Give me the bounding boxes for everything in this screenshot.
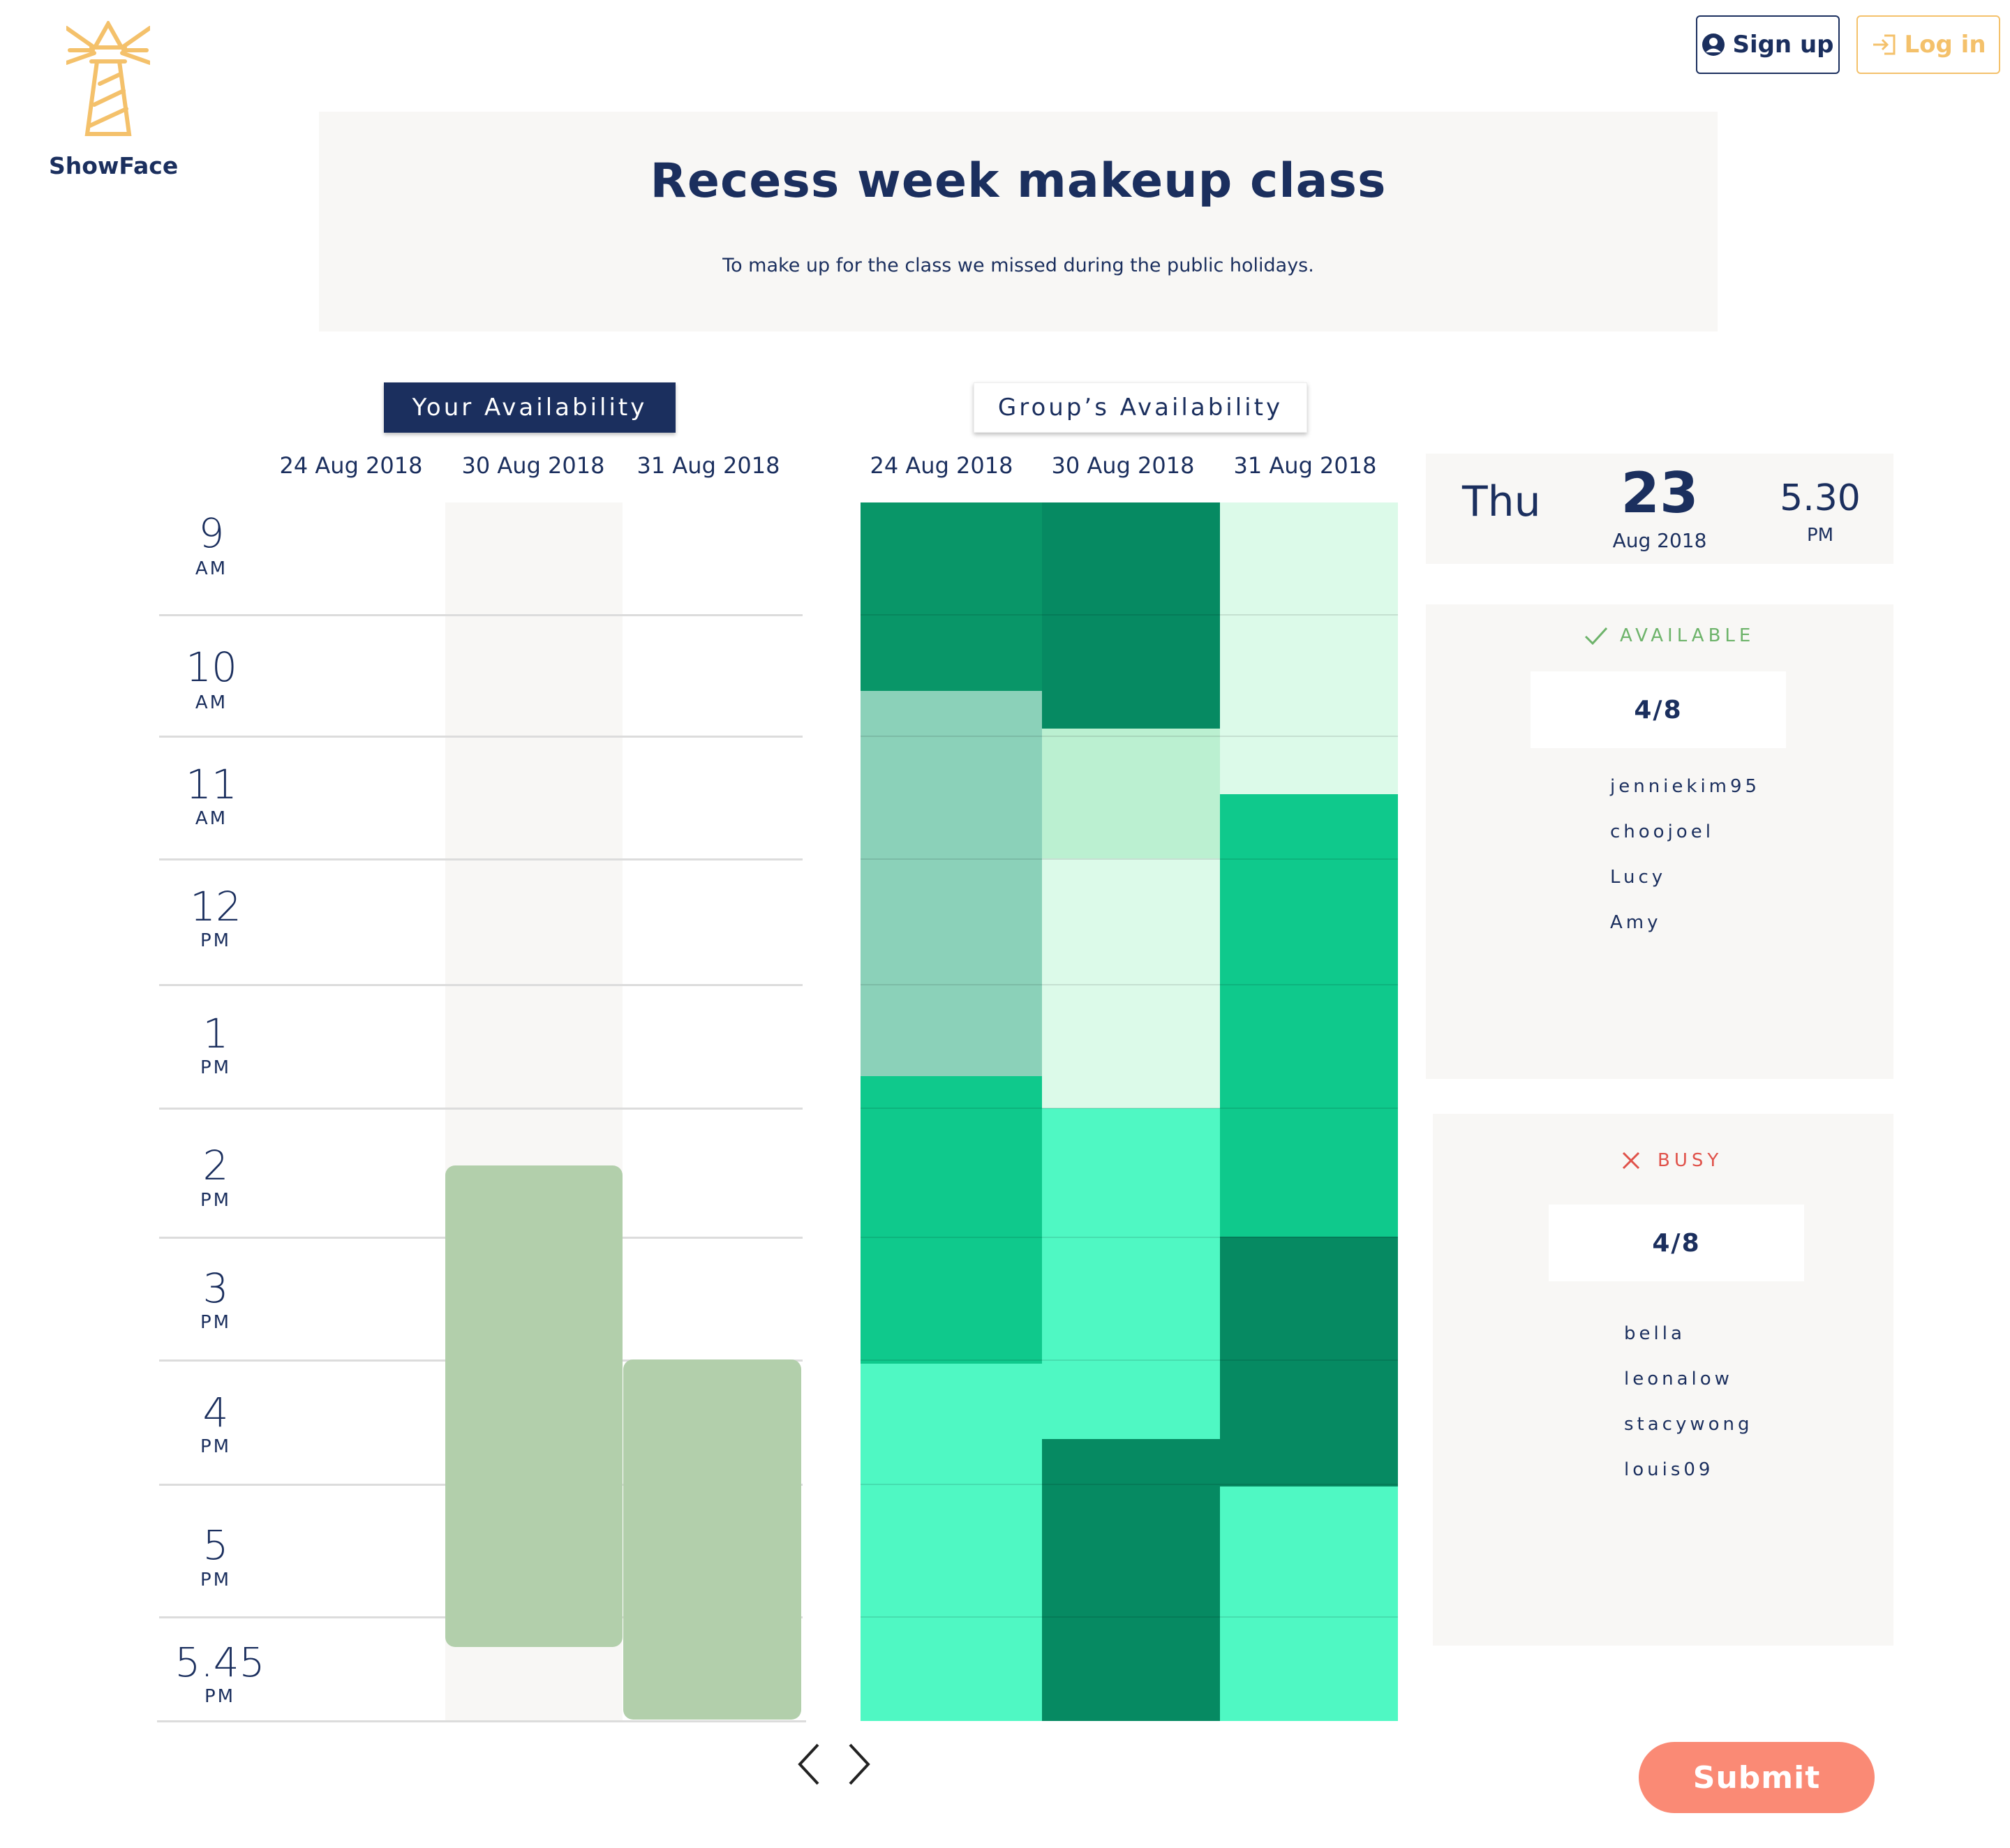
time-label-hour: 10 <box>186 643 237 691</box>
time-label-hour: 4 <box>202 1389 229 1436</box>
previous-arrow-icon[interactable] <box>796 1742 824 1787</box>
brand-name: ShowFace <box>49 152 179 179</box>
available-user: Lucy <box>1610 867 1667 888</box>
time-label-hour: 5 <box>202 1521 229 1569</box>
heatmap-hour-divider <box>861 736 1398 737</box>
heatmap-cell[interactable] <box>861 691 1042 1076</box>
event-header: Recess week makeup class To make up for … <box>319 112 1718 331</box>
log-in-button[interactable]: Log in <box>1856 15 2000 74</box>
submit-button[interactable]: Submit <box>1639 1742 1875 1813</box>
heatmap-cell[interactable] <box>1042 858 1220 1108</box>
busy-user: louis09 <box>1624 1459 1714 1480</box>
busy-panel: BUSY 4/8 bella leonalow stacywong louis0… <box>1433 1114 1893 1646</box>
user-circle-icon <box>1702 33 1725 56</box>
heatmap-hour-divider <box>861 614 1398 616</box>
busy-user: stacywong <box>1624 1414 1753 1435</box>
time-label-hour: 12 <box>190 883 241 930</box>
your-date-header: 24 Aug 2018 <box>279 452 423 479</box>
heatmap-hour-divider <box>861 1237 1398 1238</box>
selected-month-year: Aug 2018 <box>1612 529 1707 552</box>
time-label-ampm: PM <box>200 1190 232 1211</box>
close-icon <box>1622 1152 1640 1170</box>
available-user: jenniekim95 <box>1610 776 1761 797</box>
time-label-ampm: PM <box>200 1436 232 1457</box>
heatmap-hour-divider <box>861 1616 1398 1618</box>
selected-time: 5.30 <box>1780 477 1861 519</box>
time-label-hour: 11 <box>186 761 237 808</box>
time-label-hour: 9 <box>198 509 225 557</box>
heatmap-cell[interactable] <box>861 1364 1042 1721</box>
hour-divider <box>159 736 803 738</box>
busy-user: leonalow <box>1624 1369 1733 1389</box>
sign-up-label: Sign up <box>1732 31 1834 59</box>
time-label-ampm: AM <box>195 692 228 713</box>
heatmap-cell[interactable] <box>1042 729 1220 858</box>
heatmap-cell[interactable] <box>1042 502 1220 729</box>
hour-divider <box>159 614 803 616</box>
event-title: Recess week makeup class <box>650 154 1387 209</box>
heatmap-cell[interactable] <box>861 1076 1042 1364</box>
event-description: To make up for the class we missed durin… <box>722 255 1314 276</box>
available-label: AVAILABLE <box>1620 625 1755 646</box>
heatmap-cell[interactable] <box>1042 1439 1220 1721</box>
time-label-ampm: AM <box>195 558 228 579</box>
hour-divider <box>159 858 803 860</box>
time-label-ampm: PM <box>204 1686 236 1707</box>
time-label-hour: 2 <box>202 1142 229 1189</box>
check-icon <box>1584 627 1608 646</box>
your-available-slot[interactable] <box>623 1359 801 1720</box>
your-date-header: 30 Aug 2018 <box>461 452 605 479</box>
heatmap-hour-divider <box>861 1484 1398 1485</box>
busy-user: bella <box>1624 1323 1685 1344</box>
your-date-header: 31 Aug 2018 <box>636 452 780 479</box>
heatmap-hour-divider <box>861 1359 1398 1361</box>
next-arrow-icon[interactable] <box>844 1742 872 1787</box>
heatmap-cell[interactable] <box>1042 1108 1220 1439</box>
time-label-ampm: AM <box>195 808 228 829</box>
heatmap-cell[interactable] <box>1220 1237 1398 1486</box>
time-label-hour: 3 <box>202 1265 229 1312</box>
heatmap-hour-divider <box>861 984 1398 985</box>
hour-divider <box>159 1108 803 1110</box>
tab-group-availability[interactable]: Group’s Availability <box>974 382 1307 433</box>
tab-your-availability[interactable]: Your Availability <box>384 382 676 433</box>
group-heatmap <box>861 502 1398 1721</box>
group-date-header: 31 Aug 2018 <box>1233 452 1377 479</box>
busy-header: BUSY <box>1621 1150 1722 1171</box>
hour-divider <box>159 984 803 986</box>
group-date-header: 30 Aug 2018 <box>1051 452 1195 479</box>
available-header: AVAILABLE <box>1584 625 1755 646</box>
time-label-hour: 1 <box>202 1010 229 1057</box>
selected-ampm: PM <box>1806 525 1834 546</box>
selected-weekday: Thu <box>1462 477 1541 526</box>
selected-day: 23 <box>1621 461 1699 526</box>
sign-in-icon <box>1873 34 1896 55</box>
available-user: Amy <box>1610 912 1662 933</box>
busy-label: BUSY <box>1658 1150 1723 1171</box>
available-panel: AVAILABLE 4/8 jenniekim95 choojoel Lucy … <box>1426 604 1893 1079</box>
heatmap-cell[interactable] <box>1220 502 1398 794</box>
group-date-header: 24 Aug 2018 <box>870 452 1013 479</box>
time-label-ampm: PM <box>200 1057 232 1078</box>
heatmap-hour-divider <box>861 858 1398 860</box>
log-in-label: Log in <box>1904 31 1986 59</box>
time-label-ampm: PM <box>200 1312 232 1333</box>
busy-count: 4/8 <box>1549 1205 1804 1281</box>
lighthouse-logo-icon <box>66 21 150 136</box>
selected-slot-card: Thu 23 Aug 2018 5.30 PM <box>1426 454 1893 564</box>
heatmap-cell[interactable] <box>1220 794 1398 1237</box>
time-label-hour: 5.45 <box>174 1639 265 1686</box>
heatmap-hour-divider <box>861 1108 1398 1109</box>
time-label-ampm: PM <box>200 1570 232 1590</box>
heatmap-cell[interactable] <box>861 502 1042 691</box>
heatmap-cell[interactable] <box>1220 1486 1398 1721</box>
available-count: 4/8 <box>1531 671 1786 748</box>
your-available-slot[interactable] <box>445 1165 623 1647</box>
sign-up-button[interactable]: Sign up <box>1696 15 1840 74</box>
time-label-ampm: PM <box>200 930 232 951</box>
hour-divider <box>157 1720 806 1722</box>
available-user: choojoel <box>1610 821 1714 842</box>
